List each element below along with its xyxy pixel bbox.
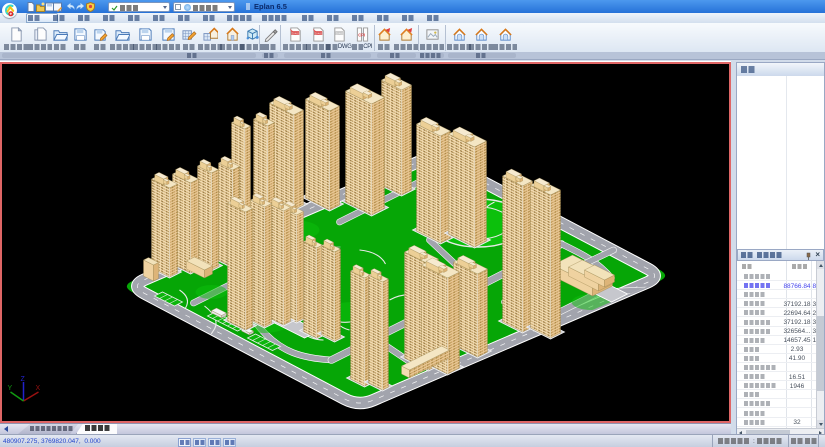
svg-text:DWG: DWG	[335, 31, 343, 35]
svg-text:Z: Z	[21, 376, 26, 383]
svg-text:X: X	[36, 385, 41, 392]
svg-text:Y: Y	[8, 385, 13, 392]
svg-text:CPI: CPI	[358, 33, 365, 38]
